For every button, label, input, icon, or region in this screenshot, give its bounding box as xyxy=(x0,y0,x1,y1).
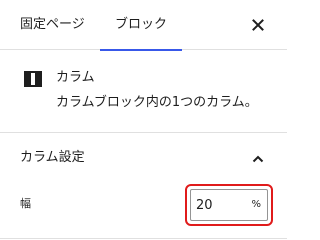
block-card: カラム カラムブロック内の1つのカラム。 xyxy=(0,51,287,133)
block-settings-sidebar: 固定ページ ブロック カラム カラムブロック内の1つのカラム。 カラム設定 幅 xyxy=(0,0,287,240)
width-unit-control: % xyxy=(190,189,268,221)
chevron-up-icon xyxy=(251,151,265,165)
tab-page[interactable]: 固定ページ xyxy=(20,0,85,50)
close-icon xyxy=(252,19,264,31)
width-label: 幅 xyxy=(20,197,31,210)
columns-icon xyxy=(24,71,42,87)
block-description: カラムブロック内の1つのカラム。 xyxy=(56,95,258,110)
close-button[interactable] xyxy=(249,16,267,34)
sidebar-tabs: 固定ページ ブロック xyxy=(0,0,287,51)
tab-block[interactable]: ブロック xyxy=(100,0,182,51)
panel-title: カラム設定 xyxy=(20,150,85,165)
column-settings-panel-toggle[interactable]: カラム設定 xyxy=(0,134,287,182)
block-title: カラム xyxy=(56,70,95,85)
divider xyxy=(0,238,287,239)
unit-select[interactable]: % xyxy=(251,198,261,212)
width-input[interactable] xyxy=(191,190,249,220)
